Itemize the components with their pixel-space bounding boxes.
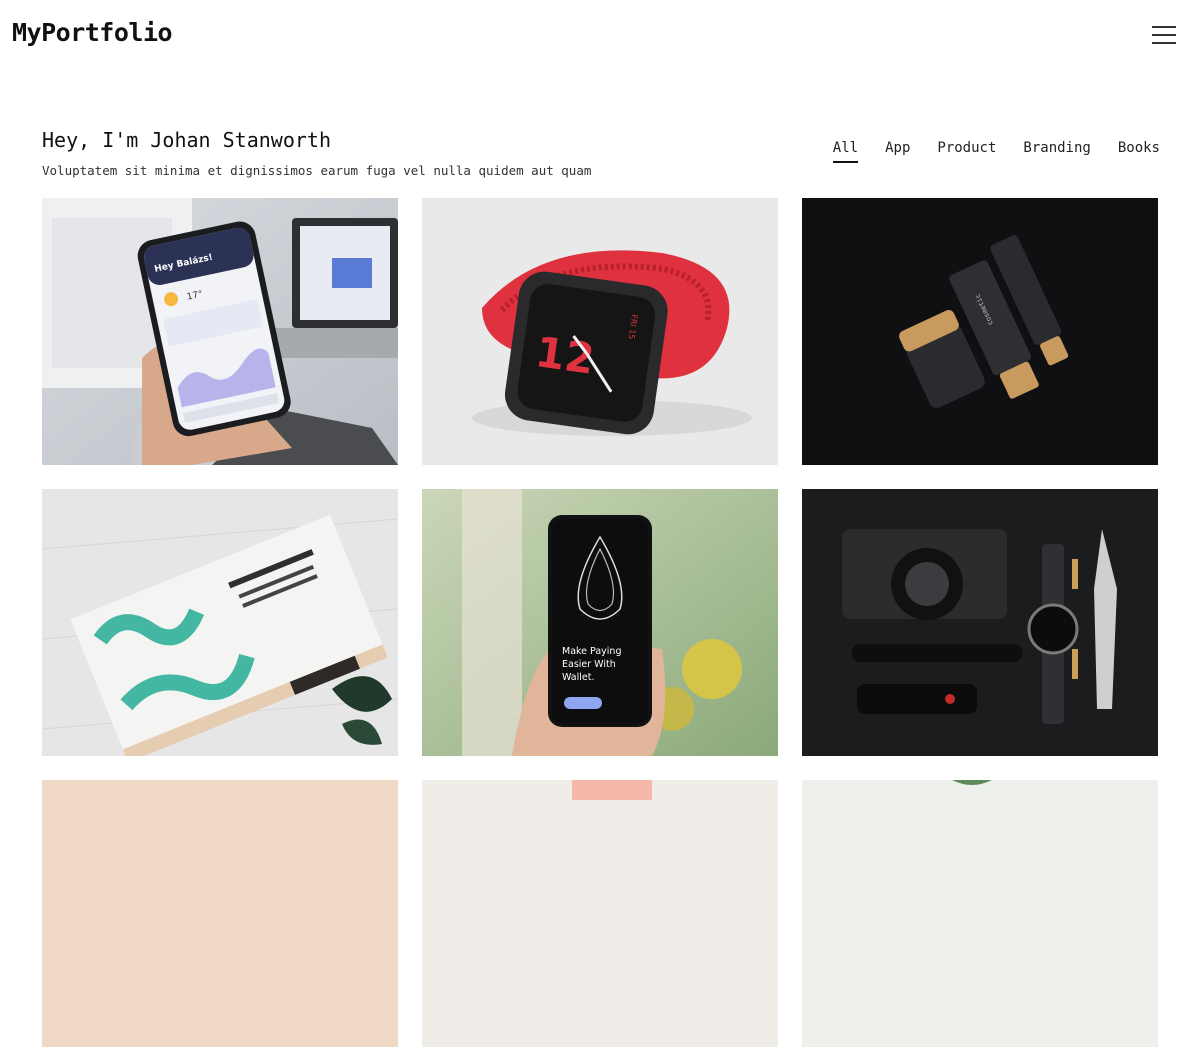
filter-branding[interactable]: Branding — [1023, 140, 1090, 160]
portfolio-item-partial[interactable] — [42, 780, 398, 1047]
portfolio-item-smartwatch[interactable]: 12 FRI 15 — [422, 198, 778, 465]
partial-image — [42, 780, 398, 1047]
portfolio-item-cosmetics[interactable]: cosmetic — [802, 198, 1158, 465]
hamburger-menu-icon[interactable] — [1152, 24, 1176, 46]
portfolio-item-wallet-app[interactable]: Make Paying Easier With Wallet. — [422, 489, 778, 756]
phone-app-image: Hey Balázs! 17° — [42, 198, 398, 465]
intro-heading: Hey, I'm Johan Stanworth — [42, 128, 331, 152]
top-navbar: MyPortfolio — [0, 0, 1200, 70]
partial-image — [422, 780, 778, 1047]
filter-app[interactable]: App — [885, 140, 910, 160]
smartwatch-image: 12 FRI 15 — [422, 198, 778, 465]
portfolio-item-partial[interactable] — [422, 780, 778, 1047]
menu-line — [1152, 26, 1176, 28]
filter-product[interactable]: Product — [937, 140, 996, 160]
site-logo[interactable]: MyPortfolio — [12, 18, 173, 47]
portfolio-item-camera[interactable] — [802, 489, 1158, 756]
intro-subtitle: Voluptatem sit minima et dignissimos ear… — [42, 163, 592, 178]
svg-text:Easier With: Easier With — [562, 659, 616, 670]
portfolio-item-book[interactable] — [42, 489, 398, 756]
portfolio-item-phone-app[interactable]: Hey Balázs! 17° — [42, 198, 398, 465]
svg-text:Wallet.: Wallet. — [562, 672, 594, 683]
svg-text:Make Paying: Make Paying — [562, 646, 621, 657]
cosmetics-image: cosmetic — [802, 198, 1158, 465]
menu-line — [1152, 42, 1176, 44]
partial-image — [802, 780, 1158, 1047]
portfolio-grid: Hey Balázs! 17° 12 FRI 15 cosmetic Make … — [42, 198, 1158, 1047]
menu-line — [1152, 34, 1176, 36]
filter-books[interactable]: Books — [1118, 140, 1160, 160]
filter-all[interactable]: All — [832, 140, 859, 163]
book-image — [42, 489, 398, 756]
wallet-app-image: Make Paying Easier With Wallet. — [422, 489, 778, 756]
camera-flatlay-image — [802, 489, 1158, 756]
portfolio-filters: All App Product Branding Books — [806, 140, 1160, 163]
portfolio-item-partial[interactable] — [802, 780, 1158, 1047]
